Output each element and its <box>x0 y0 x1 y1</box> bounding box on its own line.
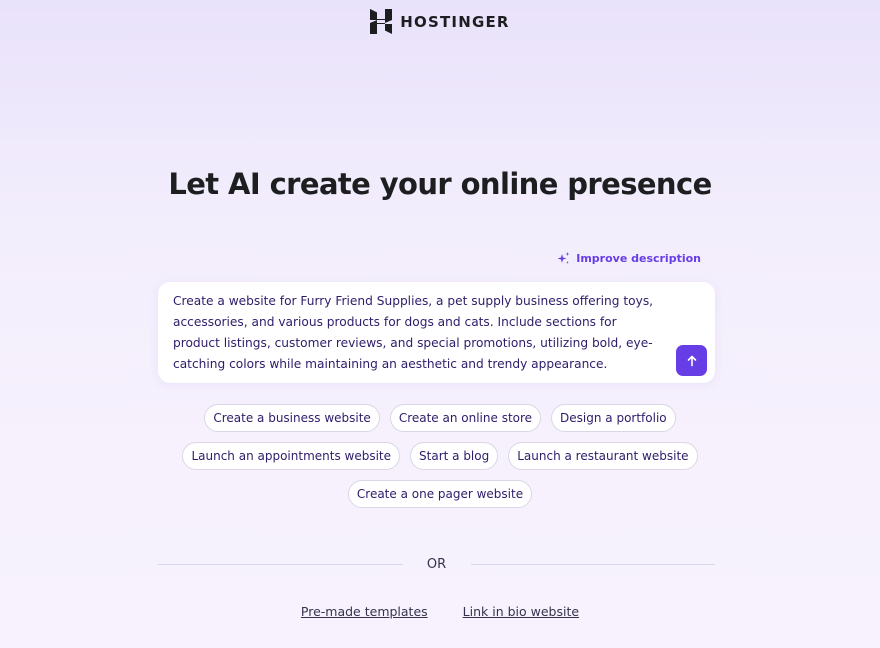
or-divider: OR <box>158 556 715 572</box>
brand-logo[interactable]: HOSTINGER <box>0 9 880 34</box>
divider-line <box>470 563 715 565</box>
prompt-input[interactable]: Create a website for Furry Friend Suppli… <box>158 282 715 383</box>
brand-name: HOSTINGER <box>400 12 510 31</box>
alternative-links: Pre-made templates Link in bio website <box>0 604 880 619</box>
page-title: Let AI create your online presence <box>168 167 712 201</box>
chip-create-one-pager-website[interactable]: Create a one pager website <box>347 480 533 508</box>
suggestion-row: Launch an appointments website Start a b… <box>182 442 698 470</box>
divider-line <box>158 563 403 565</box>
chip-launch-restaurant-website[interactable]: Launch a restaurant website <box>508 442 698 470</box>
sparkle-icon <box>557 252 570 264</box>
chip-start-blog[interactable]: Start a blog <box>410 442 499 470</box>
link-in-bio-link[interactable]: Link in bio website <box>463 604 579 619</box>
prompt-text[interactable]: Create a website for Furry Friend Suppli… <box>173 291 663 375</box>
suggestion-row: Create a business website Create an onli… <box>204 404 676 432</box>
improve-description-button[interactable]: Improve description <box>557 252 701 265</box>
improve-description-label: Improve description <box>576 252 701 265</box>
arrow-up-icon <box>687 355 696 366</box>
suggestion-row: Create a one pager website <box>347 480 533 508</box>
hostinger-logo-icon <box>370 9 393 34</box>
or-label: OR <box>426 556 447 572</box>
chip-create-online-store[interactable]: Create an online store <box>389 404 542 432</box>
premade-templates-link[interactable]: Pre-made templates <box>301 604 428 619</box>
chip-create-business-website[interactable]: Create a business website <box>204 404 380 432</box>
chip-launch-appointments-website[interactable]: Launch an appointments website <box>182 442 401 470</box>
suggestion-chips: Create a business website Create an onli… <box>0 404 880 508</box>
send-button[interactable] <box>676 345 707 376</box>
chip-design-portfolio[interactable]: Design a portfolio <box>551 404 676 432</box>
